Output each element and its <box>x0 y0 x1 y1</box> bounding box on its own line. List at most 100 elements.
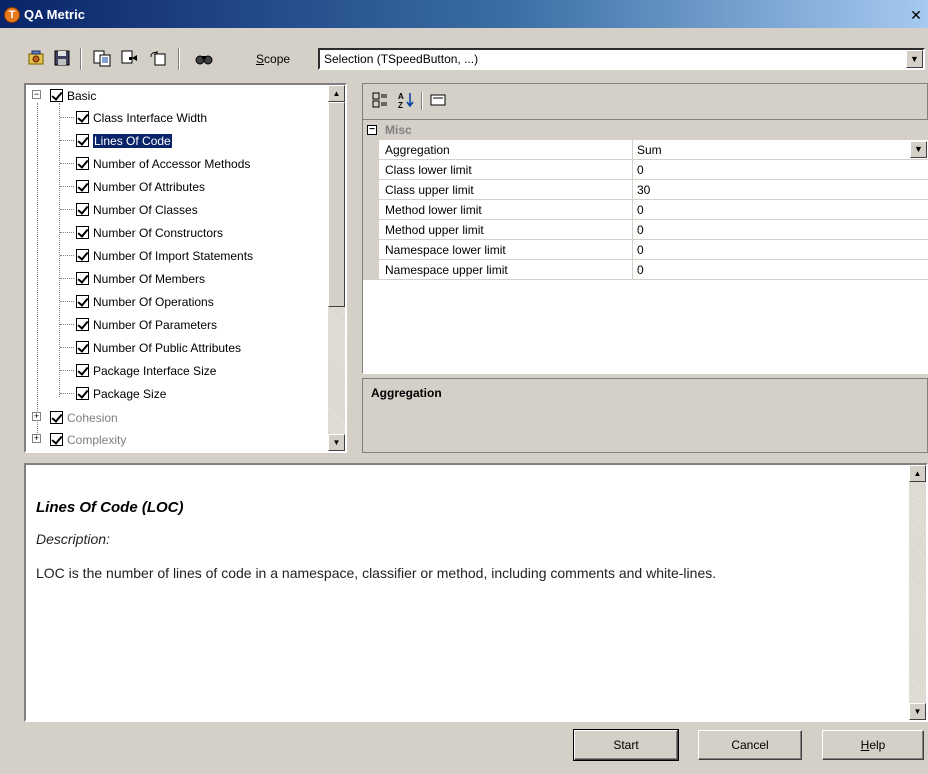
property-row[interactable]: Namespace lower limit 0 <box>363 240 928 260</box>
description-title: Lines Of Code (LOC) <box>36 499 184 516</box>
tree-label: Basic <box>67 88 97 103</box>
property-pages-icon[interactable] <box>429 91 447 109</box>
cancel-button[interactable]: Cancel <box>698 730 802 760</box>
tree-label: Number Of Attributes <box>93 179 206 194</box>
scroll-down-icon[interactable]: ▼ <box>909 703 926 720</box>
scroll-up-icon[interactable]: ▲ <box>328 85 345 102</box>
property-help-pane: Aggregation <box>362 378 928 453</box>
checkbox-basic[interactable] <box>50 89 63 103</box>
collapse-icon[interactable]: − <box>32 90 41 99</box>
property-value[interactable]: 0 <box>637 160 644 180</box>
tree-label: Number of Accessor Methods <box>93 156 251 171</box>
tree-connector <box>60 324 74 325</box>
tree-connector <box>60 232 74 233</box>
property-value[interactable]: 0 <box>637 220 644 240</box>
property-value[interactable]: 30 <box>637 180 650 200</box>
title-bar: T QA Metric ✕ <box>0 0 928 28</box>
property-gutter <box>363 240 379 259</box>
scope-label: Scope <box>256 52 291 66</box>
tree-connector <box>60 347 74 348</box>
checkbox-complexity[interactable] <box>50 433 63 447</box>
property-value[interactable]: 0 <box>637 260 644 280</box>
metric-checkbox[interactable] <box>76 134 89 148</box>
property-inspector: A Z − Misc Aggregation Sum ▼ Class lower li… <box>362 83 928 374</box>
scroll-down-icon[interactable]: ▼ <box>328 434 345 451</box>
toolbar-separator <box>421 92 423 110</box>
tree-connector <box>60 393 74 394</box>
property-value[interactable]: 0 <box>637 240 644 260</box>
paste-metrics-icon[interactable] <box>120 48 140 68</box>
toolbar-separator <box>178 48 180 70</box>
tree-connector <box>60 301 74 302</box>
help-pane-title: Aggregation <box>371 386 442 400</box>
tree-label: Complexity <box>67 432 127 447</box>
property-row[interactable]: Aggregation Sum ▼ <box>363 140 928 160</box>
collapse-icon[interactable]: − <box>367 125 377 135</box>
property-row[interactable]: Class upper limit 30 <box>363 180 928 200</box>
app-logo-icon: T <box>4 7 20 23</box>
metric-checkbox[interactable] <box>76 203 89 217</box>
property-row[interactable]: Class lower limit 0 <box>363 160 928 180</box>
save-icon[interactable] <box>52 48 72 68</box>
description-scrollbar[interactable]: ▲ ▼ <box>909 465 926 720</box>
property-row[interactable]: Namespace upper limit 0 <box>363 260 928 280</box>
toolbar-separator <box>80 48 82 70</box>
property-name: Method upper limit <box>385 220 633 239</box>
metric-checkbox[interactable] <box>76 157 89 171</box>
tree-label: Number Of Public Attributes <box>93 340 242 355</box>
metric-checkbox[interactable] <box>76 387 89 401</box>
scope-combobox[interactable]: Selection (TSpeedButton, ...) ▼ <box>318 48 925 70</box>
property-name: Class lower limit <box>385 160 633 179</box>
tree-connector <box>60 117 74 118</box>
start-button[interactable]: Start <box>573 729 679 761</box>
tree-label: Number Of Operations <box>93 294 214 309</box>
tree-label: Package Size <box>93 386 167 401</box>
chevron-down-icon[interactable]: ▼ <box>906 50 923 68</box>
tree-connector <box>60 278 74 279</box>
expand-icon[interactable]: + <box>32 412 41 421</box>
property-gutter <box>363 160 379 179</box>
property-value[interactable]: Sum <box>637 140 662 160</box>
tree-label: Cohesion <box>67 410 118 425</box>
tree-connector <box>59 103 60 397</box>
expand-icon[interactable]: + <box>32 434 41 443</box>
metric-checkbox[interactable] <box>76 364 89 378</box>
property-gutter <box>363 200 379 219</box>
property-row[interactable]: Method upper limit 0 <box>363 220 928 240</box>
metrics-tree[interactable]: − Basic Class Interface Width Lines Of Co… <box>24 83 347 453</box>
help-button[interactable]: Help <box>822 730 924 760</box>
category-label: Misc <box>385 123 412 137</box>
metric-checkbox[interactable] <box>76 341 89 355</box>
property-gutter <box>363 260 379 279</box>
find-icon[interactable] <box>194 48 214 68</box>
tree-label: Class Interface Width <box>93 110 208 125</box>
categorized-icon[interactable] <box>371 91 389 109</box>
metric-checkbox[interactable] <box>76 249 89 263</box>
checkbox-cohesion[interactable] <box>50 411 63 425</box>
property-toolbar: A Z <box>363 84 927 116</box>
property-name: Aggregation <box>385 140 633 159</box>
copy-metrics-icon[interactable] <box>92 48 112 68</box>
property-grid[interactable]: − Misc Aggregation Sum ▼ Class lower limit 0… <box>363 119 928 374</box>
metric-checkbox[interactable] <box>76 111 89 125</box>
property-value[interactable]: 0 <box>637 200 644 220</box>
metric-checkbox[interactable] <box>76 226 89 240</box>
chevron-down-icon[interactable]: ▼ <box>910 141 927 158</box>
tree-label: Number Of Classes <box>93 202 198 217</box>
tree-connector <box>60 163 74 164</box>
metric-checkbox[interactable] <box>76 180 89 194</box>
property-row[interactable]: Method lower limit 0 <box>363 200 928 220</box>
category-row-misc[interactable]: − Misc <box>363 120 928 140</box>
sort-az-icon[interactable]: A Z <box>397 91 415 109</box>
scroll-up-icon[interactable]: ▲ <box>909 465 926 482</box>
tree-connector <box>60 255 74 256</box>
refresh-icon[interactable] <box>148 48 168 68</box>
tree-label: Number Of Members <box>93 271 206 286</box>
scroll-thumb[interactable] <box>328 102 345 307</box>
tree-scrollbar[interactable]: ▲ ▼ <box>328 85 345 451</box>
metric-checkbox[interactable] <box>76 318 89 332</box>
metric-checkbox[interactable] <box>76 272 89 286</box>
close-icon[interactable]: ✕ <box>908 7 924 23</box>
metric-checkbox[interactable] <box>76 295 89 309</box>
settings-icon[interactable] <box>26 48 46 68</box>
